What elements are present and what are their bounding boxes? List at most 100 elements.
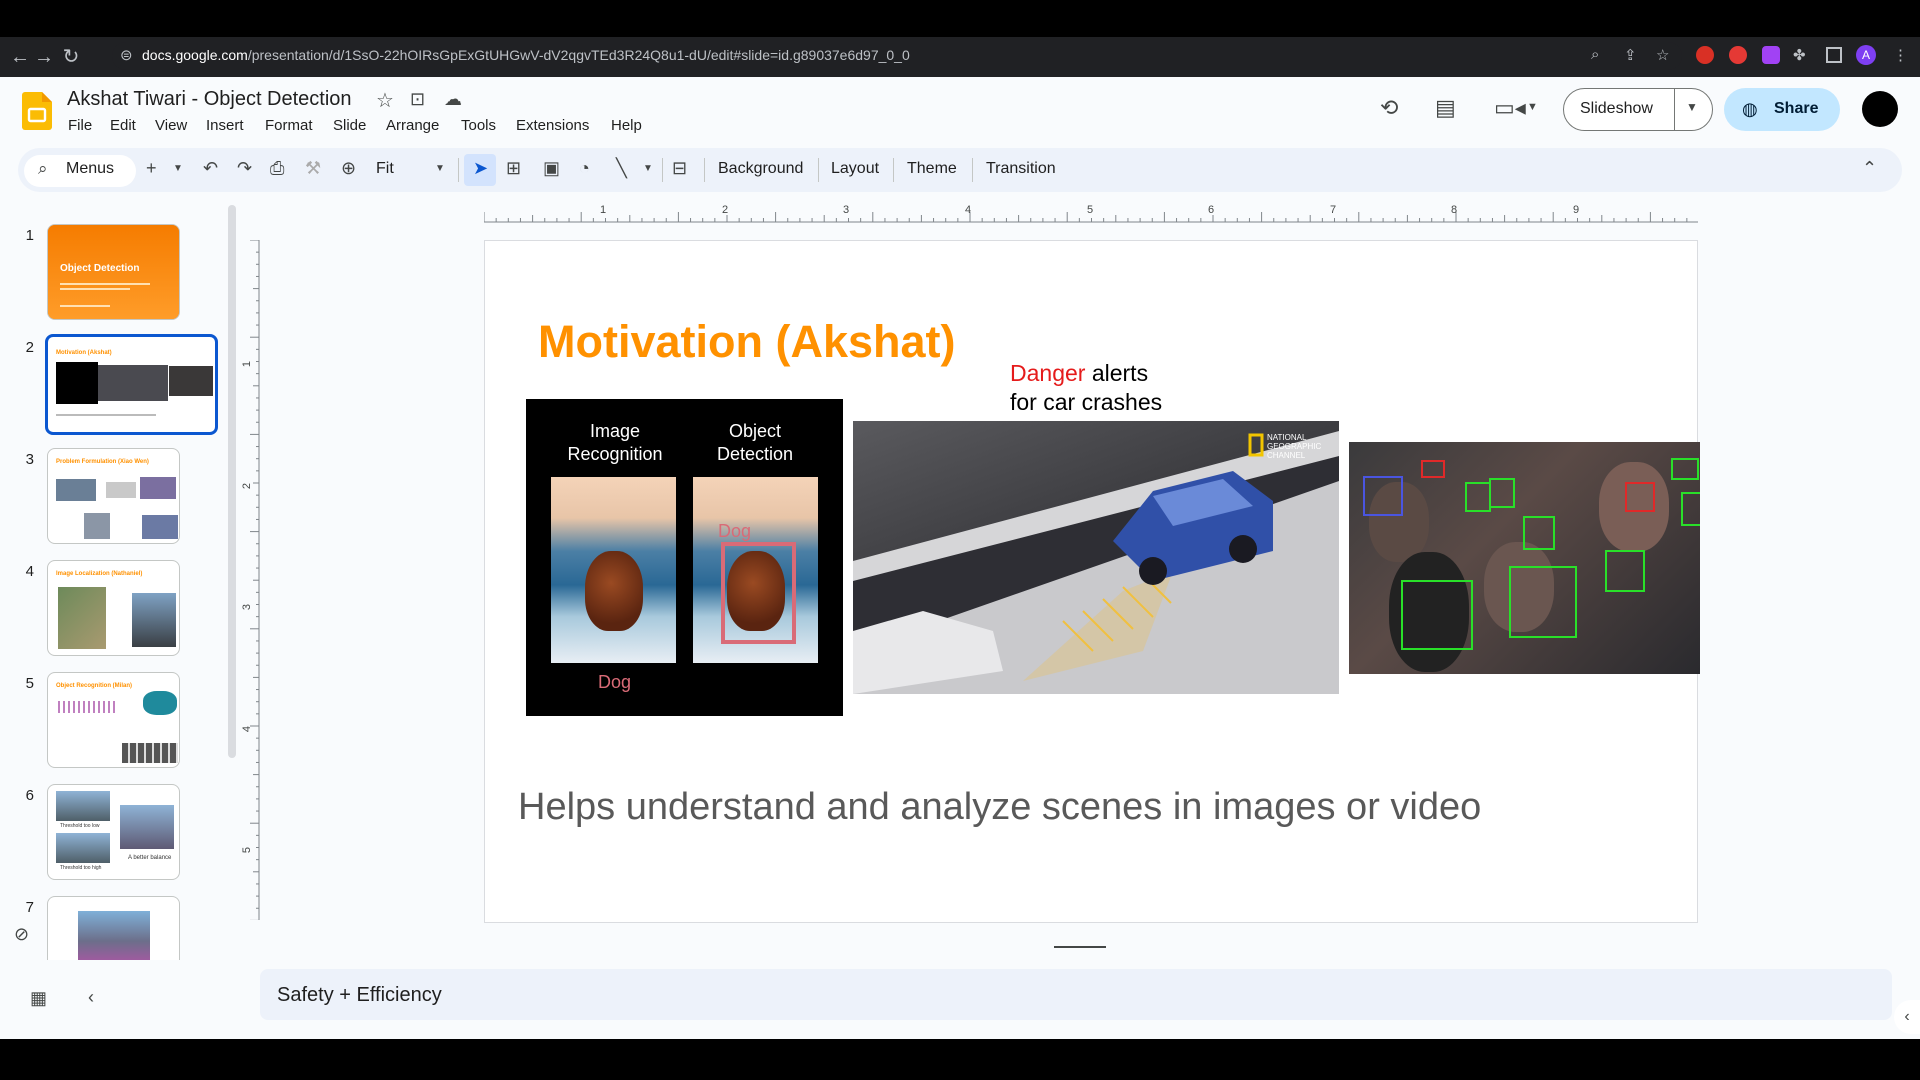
transition-button[interactable]: Transition	[986, 160, 1056, 178]
menu-tools[interactable]: Tools	[461, 117, 496, 134]
ruler-number: 4	[965, 204, 972, 216]
slideshow-label[interactable]: Slideshow	[1580, 100, 1653, 118]
line-caret-icon[interactable]: ▼	[643, 163, 653, 174]
profile-avatar[interactable]: A	[1856, 45, 1876, 65]
menu-help[interactable]: Help	[611, 117, 642, 134]
layout-button[interactable]: Layout	[831, 160, 879, 178]
version-history-icon[interactable]: ⟲	[1380, 95, 1398, 121]
url-text[interactable]: docs.google.com/presentation/d/1SsO-22hO…	[142, 47, 910, 63]
collapse-toolbar-icon[interactable]: ⌃	[1862, 158, 1877, 179]
zoom-select[interactable]: Fit	[376, 160, 394, 178]
bookmark-star-icon[interactable]: ☆	[1656, 46, 1669, 64]
text-box-icon[interactable]: ⊞	[506, 158, 521, 179]
speaker-notes-text[interactable]: Safety + Efficiency	[277, 984, 442, 1007]
undo-icon[interactable]: ↶	[203, 158, 218, 179]
extension-icon-3[interactable]	[1762, 46, 1780, 64]
menu-extensions[interactable]: Extensions	[516, 117, 589, 134]
danger-alerts-text[interactable]: Danger alerts for car crashes	[1010, 359, 1162, 417]
thumb7-img	[78, 911, 150, 960]
add-comment-icon[interactable]: ⊟	[672, 158, 687, 179]
new-slide-plus-icon[interactable]: +	[146, 158, 157, 179]
zoom-icon[interactable]: ⌕	[1591, 46, 1599, 63]
face-box-green	[1681, 492, 1700, 526]
zoom-icon-toolbar[interactable]: ⊕	[341, 158, 356, 179]
notes-resize-handle[interactable]	[1054, 946, 1106, 948]
thumb2-car	[98, 365, 168, 401]
thumb1-text-line	[60, 288, 130, 290]
redo-icon[interactable]: ↷	[237, 158, 252, 179]
print-icon[interactable]: ⎙	[270, 158, 284, 179]
line-icon[interactable]: ╲	[616, 158, 627, 179]
slide-thumbnail-5[interactable]: Object Recognition (Milan)	[47, 672, 180, 768]
slide-thumbnail-6[interactable]: Threshold too low Threshold too high A b…	[47, 784, 180, 880]
slide-thumbnail-1[interactable]: Object Detection	[47, 224, 180, 320]
menu-file[interactable]: File	[68, 117, 92, 134]
slide-subtitle[interactable]: Helps understand and analyze scenes in i…	[518, 786, 1481, 829]
grid-view-icon[interactable]: ▦	[30, 988, 47, 1009]
menus-search-label[interactable]: Menus	[66, 160, 114, 178]
crowd-face-detection-image[interactable]	[1349, 442, 1700, 674]
browser-menu-icon[interactable]: ⋮	[1893, 46, 1908, 64]
thumb4-road	[132, 593, 176, 647]
slide-thumbnail-7[interactable]	[47, 896, 180, 960]
menu-format[interactable]: Format	[265, 117, 313, 134]
dog-photo-right	[693, 477, 818, 663]
site-info-icon[interactable]: ⊜	[120, 46, 133, 64]
cursor-select-icon[interactable]: ➤	[473, 158, 488, 179]
ruler-number: 3	[843, 204, 850, 216]
extension-icon-1[interactable]	[1696, 46, 1714, 64]
slide-thumbnail-2-selected[interactable]: Motivation (Akshat)	[45, 334, 218, 435]
share-page-icon[interactable]: ⇪	[1624, 46, 1637, 64]
menu-edit[interactable]: Edit	[110, 117, 136, 134]
background-button[interactable]: Background	[718, 160, 803, 178]
image-icon[interactable]: ▣	[543, 158, 560, 179]
toolbar-divider	[458, 158, 459, 182]
thumb3-img	[142, 515, 178, 539]
speaker-notes-link-icon[interactable]: ⊘	[14, 924, 29, 945]
account-avatar[interactable]	[1862, 91, 1898, 127]
speaker-notes-panel[interactable]	[260, 969, 1892, 1020]
filmstrip-scrollbar[interactable]	[228, 205, 236, 758]
share-label[interactable]: Share	[1774, 100, 1818, 118]
shape-icon[interactable]: ◔	[579, 158, 590, 179]
face-box-green	[1465, 482, 1491, 512]
extensions-puzzle-icon[interactable]: ✤	[1793, 46, 1806, 64]
star-icon[interactable]: ☆	[376, 88, 394, 113]
globe-icon[interactable]: ◍	[1742, 99, 1758, 120]
thumb3-img	[56, 479, 96, 501]
side-panel-icon[interactable]	[1826, 47, 1842, 63]
move-folder-icon[interactable]: ⊡	[410, 89, 425, 110]
side-panel-toggle-icon[interactable]: ‹	[1894, 1000, 1920, 1034]
slideshow-divider	[1674, 89, 1675, 130]
reload-icon[interactable]: ↻	[56, 37, 86, 77]
slide-thumbnail-4[interactable]: Image Localization (Nathaniel)	[47, 560, 180, 656]
menu-slide[interactable]: Slide	[333, 117, 366, 134]
comments-icon[interactable]: ▤	[1435, 95, 1456, 121]
theme-button[interactable]: Theme	[907, 160, 957, 178]
vertical-ruler	[250, 240, 260, 920]
ruler-number: 1	[600, 204, 607, 216]
extension-icon-2[interactable]	[1729, 46, 1747, 64]
menu-arrange[interactable]: Arrange	[386, 117, 439, 134]
cloud-status-icon[interactable]: ☁	[444, 89, 462, 110]
car-crash-alert-image[interactable]: NATIONAL GEOGRAPHIC CHANNEL	[853, 421, 1339, 694]
slides-logo-icon[interactable]	[22, 92, 52, 130]
danger-word: Danger	[1010, 360, 1086, 386]
menu-insert[interactable]: Insert	[206, 117, 244, 134]
slide-number: 6	[25, 787, 34, 804]
document-title[interactable]: Akshat Tiwari - Object Detection	[67, 88, 352, 111]
slide-title[interactable]: Motivation (Akshat)	[538, 316, 956, 368]
new-slide-caret-icon[interactable]: ▼	[173, 163, 183, 174]
menu-view[interactable]: View	[155, 117, 187, 134]
thumb5-chart	[58, 701, 118, 713]
meet-caret-icon[interactable]: ▼	[1527, 101, 1538, 113]
face-box-red	[1421, 460, 1445, 478]
collapse-filmstrip-icon[interactable]: ‹	[88, 987, 94, 1008]
meet-camera-icon[interactable]: ▭◂	[1494, 95, 1526, 121]
slideshow-dropdown-icon[interactable]: ▼	[1686, 100, 1698, 114]
zoom-caret-icon[interactable]: ▼	[435, 163, 445, 174]
paint-format-icon[interactable]: ⚒	[305, 158, 321, 179]
forward-icon[interactable]: →	[29, 37, 59, 77]
ruler-number: 3	[241, 603, 254, 611]
slide-thumbnail-3[interactable]: Problem Formulation (Xiao Wen)	[47, 448, 180, 544]
